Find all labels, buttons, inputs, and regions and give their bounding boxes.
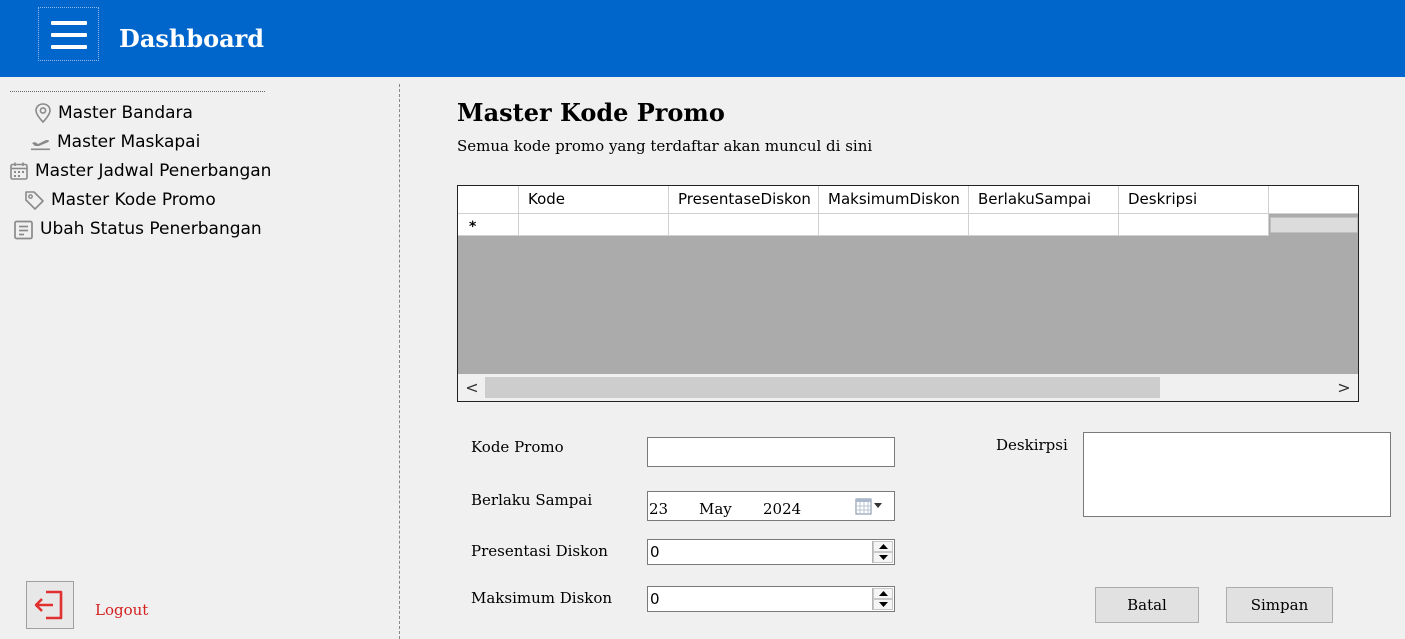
- maksimum-diskon-spinner[interactable]: [872, 588, 893, 610]
- berlaku-sampai-label: Berlaku Sampai: [471, 491, 593, 509]
- grid-column-header[interactable]: PresentaseDiskon: [669, 186, 819, 214]
- grid-column-header[interactable]: Deskripsi: [1119, 186, 1269, 214]
- calendar-icon: [10, 162, 28, 180]
- grid-cell[interactable]: [669, 214, 819, 236]
- scroll-right-button[interactable]: >: [1334, 377, 1354, 398]
- grid-row-header-corner: [458, 186, 519, 214]
- simpan-button[interactable]: Simpan: [1226, 587, 1333, 623]
- grid-filler: [1269, 214, 1358, 236]
- presentasi-diskon-label: Presentasi Diskon: [471, 542, 608, 560]
- presentasi-diskon-stepper[interactable]: 0: [647, 539, 895, 565]
- header-title: Dashboard: [119, 24, 265, 53]
- date-year[interactable]: 2024: [763, 500, 801, 518]
- sidebar-item-label: Master Maskapai: [57, 132, 201, 152]
- grid-cell[interactable]: [1119, 214, 1269, 236]
- deskripsi-label: Deskirpsi: [996, 436, 1068, 454]
- presentasi-diskon-value: 0: [650, 543, 660, 561]
- app-header: Dashboard: [0, 0, 1405, 77]
- grid-column-header-filler: [1269, 186, 1358, 214]
- maksimum-diskon-stepper[interactable]: 0: [647, 586, 895, 612]
- kode-promo-label: Kode Promo: [471, 438, 564, 456]
- spin-down-icon[interactable]: [873, 552, 893, 563]
- grid-cell[interactable]: [519, 214, 669, 236]
- berlaku-sampai-datepicker[interactable]: 23 May 2024: [647, 491, 895, 521]
- maksimum-diskon-label: Maksimum Diskon: [471, 589, 613, 607]
- location-pin-icon: [35, 103, 51, 123]
- calendar-dropdown-icon[interactable]: [855, 498, 887, 516]
- sidebar-item-label: Ubah Status Penerbangan: [40, 219, 262, 239]
- sidebar-item-master-bandara[interactable]: Master Bandara: [34, 101, 193, 125]
- sidebar-item-label: Master Kode Promo: [51, 190, 216, 210]
- grid-cell[interactable]: [969, 214, 1119, 236]
- sidebar-item-label: Master Jadwal Penerbangan: [35, 161, 272, 181]
- grid-filler-cell: [1270, 217, 1358, 233]
- logout-button[interactable]: [26, 581, 74, 629]
- spin-up-icon[interactable]: [873, 588, 893, 599]
- sidebar-item-master-maskapai[interactable]: Master Maskapai: [30, 130, 200, 154]
- date-day[interactable]: 23: [649, 500, 668, 518]
- logout-icon: [34, 590, 63, 620]
- sidebar-item-master-kode-promo[interactable]: Master Kode Promo: [24, 188, 216, 212]
- page-title: Master Kode Promo: [457, 98, 725, 127]
- grid-header-row: Kode PresentaseDiskon MaksimumDiskon Ber…: [458, 186, 1358, 214]
- sidebar-item-master-jadwal-penerbangan[interactable]: Master Jadwal Penerbangan: [9, 159, 271, 183]
- sidebar-divider: [10, 91, 265, 92]
- scroll-left-button[interactable]: <: [462, 377, 482, 398]
- kode-promo-input[interactable]: [647, 437, 895, 467]
- tag-icon: [25, 191, 44, 210]
- grid-cell[interactable]: [819, 214, 969, 236]
- grid-column-header[interactable]: Kode: [519, 186, 669, 214]
- sidebar-item-label: Master Bandara: [58, 103, 193, 123]
- spin-up-icon[interactable]: [873, 541, 893, 552]
- hamburger-menu-icon[interactable]: [38, 7, 99, 61]
- maksimum-diskon-value: 0: [650, 590, 660, 608]
- new-row-marker[interactable]: *: [458, 214, 519, 236]
- promo-data-grid[interactable]: Kode PresentaseDiskon MaksimumDiskon Ber…: [457, 185, 1359, 402]
- table-row[interactable]: *: [458, 214, 1358, 236]
- grid-column-header[interactable]: MaksimumDiskon: [819, 186, 969, 214]
- deskripsi-textarea[interactable]: [1083, 432, 1391, 517]
- logout-link[interactable]: Logout: [95, 601, 148, 619]
- horizontal-scrollbar[interactable]: < >: [458, 374, 1358, 401]
- grid-column-header[interactable]: BerlakuSampai: [969, 186, 1119, 214]
- page-subtitle: Semua kode promo yang terdaftar akan mun…: [457, 137, 873, 155]
- airplane-takeoff-icon: [31, 140, 50, 151]
- clipboard-icon: [14, 220, 33, 239]
- batal-button[interactable]: Batal: [1095, 587, 1199, 623]
- spin-down-icon[interactable]: [873, 599, 893, 610]
- sidebar: Master Bandara Master Maskapai Master Ja…: [0, 84, 400, 639]
- sidebar-item-ubah-status-penerbangan[interactable]: Ubah Status Penerbangan: [13, 217, 262, 241]
- scrollbar-thumb[interactable]: [485, 377, 1160, 398]
- date-month[interactable]: May: [699, 500, 732, 518]
- presentasi-diskon-spinner[interactable]: [872, 541, 893, 563]
